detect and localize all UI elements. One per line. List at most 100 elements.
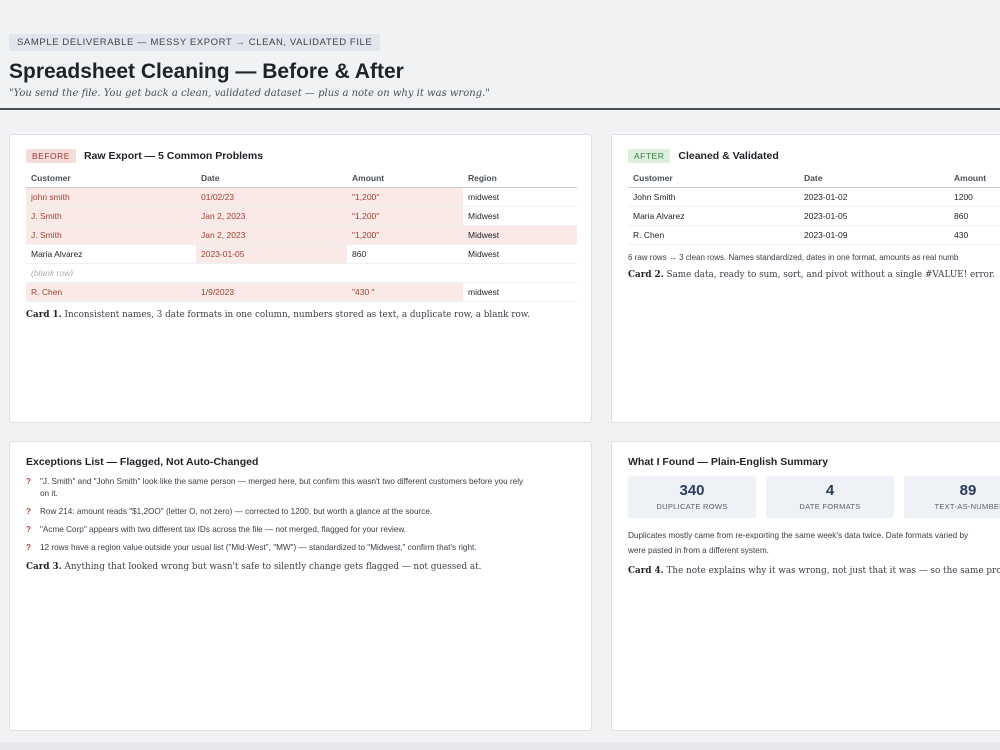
caption-text: The note explains why it was wrong, not … bbox=[663, 566, 1000, 576]
stat-value: 340 bbox=[679, 482, 705, 499]
column-header-region: Region bbox=[463, 169, 577, 188]
column-header-date: Date bbox=[799, 169, 949, 188]
exception-line: on it. bbox=[40, 489, 58, 498]
table-row-duplicate: J. Smith Jan 2, 2023 "1,200" Midwest bbox=[26, 225, 577, 245]
list-item: ? 12 rows have a region value outside yo… bbox=[26, 542, 575, 554]
table-row: john smith 01/02/23 "1,200" midwest bbox=[26, 187, 577, 207]
caption-label: Card 2. bbox=[628, 270, 664, 280]
cleanup-note: 6 raw rows → 3 clean rows. Names standar… bbox=[628, 253, 959, 262]
cell-date: 2023-01-02 bbox=[799, 187, 949, 207]
cell-amount: 1200 bbox=[949, 187, 1000, 207]
cell-customer: John Smith bbox=[628, 187, 799, 207]
cell-customer: R. Chen bbox=[26, 282, 196, 302]
cell-date: 01/02/23 bbox=[196, 187, 347, 207]
exception-text: Row 214: amount reads "$1,2OO" (letter O… bbox=[40, 507, 433, 516]
page-subtitle: "You send the file. You get back a clean… bbox=[9, 88, 490, 99]
page-title: Spreadsheet Cleaning — Before & After bbox=[9, 60, 404, 83]
before-badge: BEFORE bbox=[26, 149, 76, 163]
column-header-date: Date bbox=[196, 169, 347, 188]
question-mark-icon: ? bbox=[26, 525, 32, 534]
stat-value: 89 bbox=[959, 482, 977, 499]
table-row: Maria Alvarez 2023-01-05 860 bbox=[628, 206, 1000, 226]
cell-amount: "1,200" bbox=[347, 206, 463, 226]
clean-table: Customer Date Amount John Smith 2023-01-… bbox=[628, 169, 1000, 245]
list-item: ? "Acme Corp" appears with two different… bbox=[26, 524, 575, 536]
stat-label: DUPLICATE ROWS bbox=[656, 502, 728, 511]
bottom-strip bbox=[0, 742, 1000, 750]
page-header: SAMPLE DELIVERABLE — MESSY EXPORT → CLEA… bbox=[9, 32, 1000, 99]
cell-customer: R. Chen bbox=[628, 225, 799, 245]
cell-date: 2023-01-09 bbox=[799, 225, 949, 245]
column-header-amount: Amount bbox=[347, 169, 463, 188]
column-header-customer: Customer bbox=[628, 169, 799, 188]
cell-region: Midwest bbox=[463, 244, 577, 264]
stats-row: 340 DUPLICATE ROWS 4 DATE FORMATS 89 TEX… bbox=[628, 476, 1000, 518]
caption-text: Same data, ready to sum, sort, and pivot… bbox=[663, 270, 995, 280]
cell-amount: 430 bbox=[949, 225, 1000, 245]
list-item: ? Row 214: amount reads "$1,2OO" (letter… bbox=[26, 506, 575, 518]
cell-customer: john smith bbox=[26, 187, 196, 207]
summary-line: Duplicates mostly came from re-exporting… bbox=[628, 531, 969, 540]
cell-region bbox=[463, 263, 577, 283]
summary-card-title: What I Found — Plain-English Summary bbox=[628, 456, 829, 468]
stat-value: 4 bbox=[825, 482, 835, 499]
after-badge: AFTER bbox=[628, 149, 671, 163]
cell-date: Jan 2, 2023 bbox=[196, 206, 347, 226]
caption-label: Card 3. bbox=[26, 562, 62, 572]
stat-date-formats: 4 DATE FORMATS bbox=[766, 476, 894, 518]
cell-amount: 860 bbox=[347, 244, 463, 264]
table-row: R. Chen 2023-01-09 430 bbox=[628, 225, 1000, 245]
deliverable-tag: SAMPLE DELIVERABLE — MESSY EXPORT → CLEA… bbox=[9, 34, 381, 51]
caption-label: Card 1. bbox=[26, 310, 62, 320]
cell-amount: "1,200" bbox=[347, 187, 463, 207]
header-divider bbox=[0, 108, 1000, 110]
cell-customer: J. Smith bbox=[26, 206, 196, 226]
before-card-header: BEFORE Raw Export — 5 Common Problems bbox=[26, 149, 575, 163]
stat-text-as-number: 89 TEXT-AS-NUMBEI bbox=[904, 476, 1000, 518]
card-caption: Card 4. The note explains why it was wro… bbox=[628, 566, 1000, 576]
caption-text: Anything that looked wrong but wasn't sa… bbox=[61, 562, 482, 572]
column-header-amount: Amount bbox=[949, 169, 1000, 188]
after-card: AFTER Cleaned & Validated Customer Date … bbox=[611, 134, 1000, 423]
table-row: John Smith 2023-01-02 1200 bbox=[628, 187, 1000, 207]
table-row: R. Chen 1/9/2023 "430 " midwest bbox=[26, 282, 577, 302]
cell-amount: "1,200" bbox=[347, 225, 463, 245]
summary-line: were pasted in from a different system. bbox=[628, 546, 769, 555]
cell-region: Midwest bbox=[463, 206, 577, 226]
cell-region: midwest bbox=[463, 187, 577, 207]
exceptions-card-title: Exceptions List — Flagged, Not Auto-Chan… bbox=[26, 456, 259, 468]
card-caption: Card 2. Same data, ready to sum, sort, a… bbox=[628, 270, 995, 280]
exceptions-card: Exceptions List — Flagged, Not Auto-Chan… bbox=[9, 441, 592, 731]
stat-label: TEXT-AS-NUMBEI bbox=[934, 502, 1000, 511]
card-caption: Card 3. Anything that looked wrong but w… bbox=[26, 562, 575, 572]
table-row: J. Smith Jan 2, 2023 "1,200" Midwest bbox=[26, 206, 577, 226]
summary-paragraph: Duplicates mostly came from re-exporting… bbox=[628, 528, 994, 558]
summary-card: What I Found — Plain-English Summary 340… bbox=[611, 441, 1000, 731]
cell-customer: Maria Alvarez bbox=[26, 244, 196, 264]
cell-customer: (blank row) bbox=[26, 263, 196, 283]
cell-date: Jan 2, 2023 bbox=[196, 225, 347, 245]
cell-amount: "430 " bbox=[347, 282, 463, 302]
stat-duplicate-rows: 340 DUPLICATE ROWS bbox=[628, 476, 756, 518]
exception-text: 12 rows have a region value outside your… bbox=[40, 543, 477, 552]
exception-text: "J. Smith" and "John Smith" look like th… bbox=[40, 476, 523, 500]
cell-date: 2023-01-05 bbox=[799, 206, 949, 226]
table-row: Maria Alvarez 2023-01-05 860 Midwest bbox=[26, 244, 577, 264]
after-card-header: AFTER Cleaned & Validated bbox=[628, 149, 994, 163]
cell-region: midwest bbox=[463, 282, 577, 302]
cell-amount bbox=[347, 263, 463, 283]
cell-date: 1/9/2023 bbox=[196, 282, 347, 302]
exceptions-card-header: Exceptions List — Flagged, Not Auto-Chan… bbox=[26, 456, 575, 468]
after-card-title: Cleaned & Validated bbox=[678, 150, 779, 162]
cell-date: 2023-01-05 bbox=[196, 244, 347, 264]
caption-label: Card 4. bbox=[628, 566, 664, 576]
raw-export-table: Customer Date Amount Region john smith 0… bbox=[26, 169, 577, 302]
cell-customer: J. Smith bbox=[26, 225, 196, 245]
exception-text: "Acme Corp" appears with two different t… bbox=[40, 525, 407, 534]
caption-text: Inconsistent names, 3 date formats in on… bbox=[61, 310, 531, 320]
cell-date bbox=[196, 263, 347, 283]
exception-line: "J. Smith" and "John Smith" look like th… bbox=[40, 477, 524, 486]
card-caption: Card 1. Inconsistent names, 3 date forma… bbox=[26, 310, 575, 320]
table-row-blank: (blank row) bbox=[26, 263, 577, 283]
summary-card-header: What I Found — Plain-English Summary bbox=[628, 456, 994, 468]
